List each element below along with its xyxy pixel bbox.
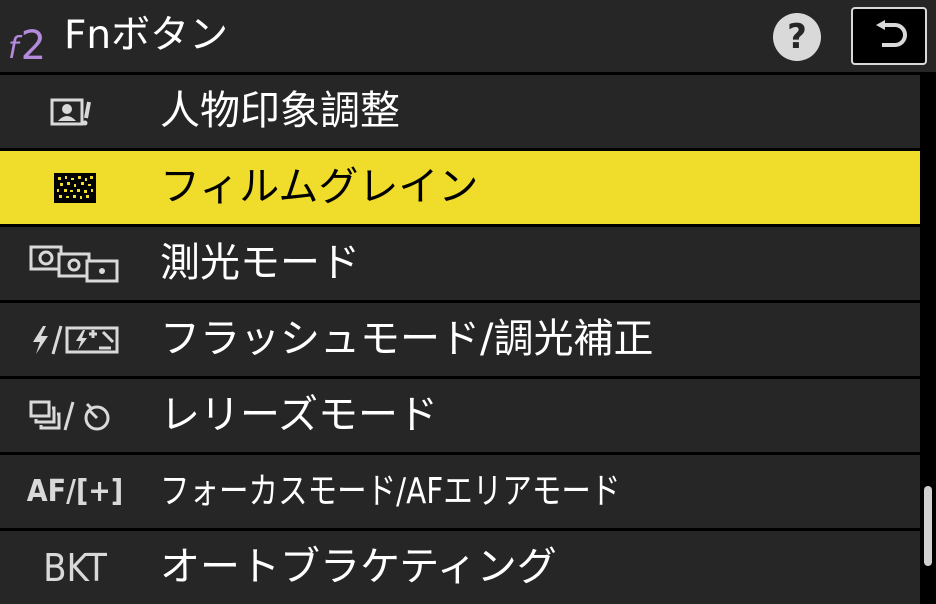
menu-code-letter: f [8, 31, 19, 66]
menu-item-portrait-impression[interactable]: 人物印象調整 [0, 72, 920, 148]
menu-item-label: フラッシュモード/調光補正 [160, 316, 654, 362]
return-arrow-icon [876, 20, 907, 47]
release-mode-icon [0, 379, 150, 452]
menu-item-film-grain[interactable]: フィルムグレイン [0, 148, 920, 224]
flash-mode-icon [0, 303, 150, 376]
menu-code-number: 2 [20, 23, 47, 69]
menu-item-label: 測光モード [160, 240, 360, 286]
menu-code: f 2 [8, 10, 46, 66]
film-grain-icon [0, 151, 150, 224]
menu-item-label: オートブラケティング [160, 544, 557, 590]
menu-item-label: フィルムグレイン [160, 164, 479, 210]
portrait-impression-icon [0, 75, 150, 148]
back-button[interactable] [851, 7, 927, 65]
menu-header: f 2 Fnボタン ? [0, 0, 936, 72]
menu-list: 人物印象調整 フィルムグレイン 測光モード フラッシュモード/調光補正 レリーズ… [0, 72, 920, 604]
menu-item-focus-mode[interactable]: AF/[+] フォーカスモード/AFエリアモード [0, 452, 920, 528]
menu-item-label: フォーカスモード/AFエリアモード [160, 471, 621, 512]
af-mode-icon-text: AF/[+] [26, 474, 124, 509]
metering-mode-icon [0, 227, 150, 300]
scrollbar[interactable] [924, 486, 932, 566]
bracketing-icon-text: BKT [43, 545, 107, 590]
page-title: Fnボタン [64, 13, 229, 58]
menu-item-label: レリーズモード [160, 392, 438, 438]
bracketing-icon: BKT [0, 531, 150, 604]
menu-item-metering[interactable]: 測光モード [0, 224, 920, 300]
af-mode-icon: AF/[+] [0, 455, 150, 528]
help-button[interactable]: ? [773, 13, 821, 61]
menu-item-bracketing[interactable]: BKT オートブラケティング [0, 528, 920, 604]
menu-item-label: 人物印象調整 [160, 88, 400, 134]
menu-item-flash[interactable]: フラッシュモード/調光補正 [0, 300, 920, 376]
menu-item-release-mode[interactable]: レリーズモード [0, 376, 920, 452]
